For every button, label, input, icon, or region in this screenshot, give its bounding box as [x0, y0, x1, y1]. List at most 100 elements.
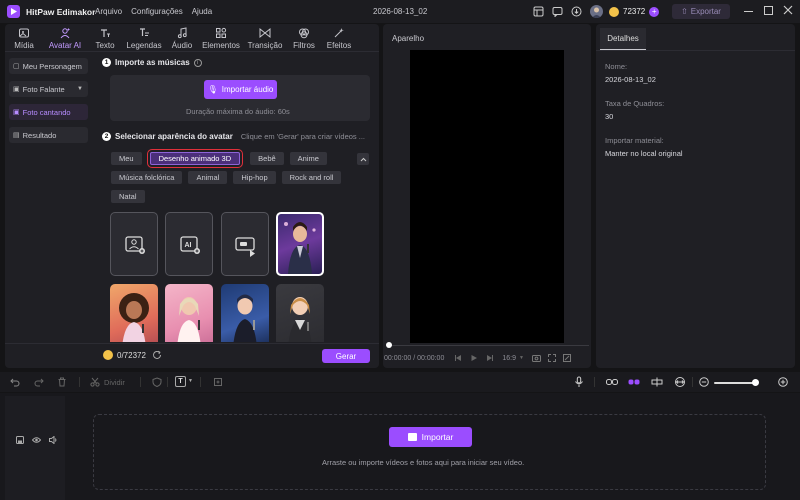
avatar-thumb-5[interactable]: [276, 284, 324, 342]
chip-rock-and-roll[interactable]: Rock and roll: [281, 171, 342, 184]
menu-configuracoes[interactable]: Configurações: [131, 7, 183, 16]
download-icon[interactable]: [571, 6, 582, 17]
split-view-icon[interactable]: [651, 377, 663, 387]
playback-progress[interactable]: [389, 345, 589, 346]
split-label[interactable]: Dividir: [104, 378, 125, 387]
export-button[interactable]: ⇧ Exportar: [672, 4, 730, 19]
ai-avatar-tile[interactable]: AI: [165, 212, 213, 276]
cartoon-singer-image: [284, 222, 316, 274]
filters-icon: [299, 28, 309, 38]
toolbar-separator: [594, 377, 595, 387]
volume-icon[interactable]: [49, 436, 58, 444]
upload-photo-tile[interactable]: [110, 212, 158, 276]
tab-efeitos[interactable]: Efeitos: [321, 24, 357, 52]
snapshot-icon[interactable]: [531, 354, 541, 362]
microphone-icon[interactable]: [574, 376, 584, 388]
step2-hint: Clique em 'Gerar' para criar vídeos ...: [240, 132, 366, 141]
generate-button[interactable]: Gerar: [322, 349, 370, 363]
delete-icon[interactable]: [57, 377, 67, 387]
menu-ajuda[interactable]: Ajuda: [192, 7, 212, 16]
ratio-caret-icon[interactable]: ▼: [519, 355, 524, 361]
chip-natal[interactable]: Natal: [111, 190, 145, 203]
chip-desenho-animado-3d[interactable]: Desenho animado 3D: [146, 149, 244, 168]
redo-icon[interactable]: [34, 377, 44, 387]
avatar-thumb-2[interactable]: [110, 284, 158, 342]
user-avatar[interactable]: [590, 5, 603, 18]
tab-detalhes[interactable]: Detalhes: [600, 28, 646, 50]
tab-transicao[interactable]: Transição: [243, 24, 287, 52]
tab-audio[interactable]: Áudio: [165, 24, 199, 52]
chip-meu[interactable]: Meu: [111, 152, 142, 165]
add-credits-icon[interactable]: +: [649, 6, 660, 17]
chip-animal[interactable]: Animal: [188, 171, 228, 184]
refresh-icon[interactable]: [152, 350, 162, 360]
link-icon[interactable]: [606, 377, 618, 387]
chip-bebe[interactable]: Bebê: [250, 152, 284, 165]
sidebar-item-resultado[interactable]: ▤ Resultado: [9, 127, 88, 143]
left-footer-divider: [5, 343, 379, 344]
step2-number: 2: [102, 132, 111, 141]
media-drop-zone[interactable]: [93, 414, 766, 490]
import-audio-button[interactable]: 🎙 Importar áudio: [204, 80, 277, 99]
fit-timeline-icon[interactable]: [674, 377, 686, 387]
tab-texto[interactable]: Texto: [87, 24, 123, 52]
prev-frame-icon[interactable]: [454, 354, 462, 362]
avatar-thumb-1[interactable]: [276, 212, 324, 276]
step1-title: Importe as músicas: [115, 58, 190, 67]
shield-icon[interactable]: [152, 377, 162, 387]
save-track-icon[interactable]: [16, 436, 24, 444]
next-frame-icon[interactable]: [486, 354, 494, 362]
cartoon-singer-image: [119, 293, 149, 342]
text-tool-icon[interactable]: T: [175, 376, 186, 387]
sidebar-item-meu-personagem[interactable]: ▢ Meu Personagem: [9, 58, 88, 74]
tab-avatar-ai[interactable]: Avatar AI: [43, 24, 87, 52]
zoom-out-icon[interactable]: [699, 377, 709, 387]
tab-legendas[interactable]: Legendas: [123, 24, 165, 52]
undo-icon[interactable]: [10, 377, 20, 387]
elements-icon: [216, 27, 227, 38]
detail-label-nome: Nome:: [605, 62, 628, 71]
captions-icon: [140, 27, 149, 36]
minimize-icon[interactable]: [744, 11, 753, 12]
tab-midia[interactable]: Mídia: [5, 24, 43, 52]
layout-icon[interactable]: [533, 6, 544, 17]
sidebar-item-foto-cantando[interactable]: ▣ Foto cantando: [9, 104, 88, 120]
style-chips: Meu Desenho animado 3D Bebê Anime Música…: [111, 149, 361, 203]
template-avatar-tile[interactable]: [221, 212, 269, 276]
playhead-handle[interactable]: [386, 342, 392, 348]
play-icon[interactable]: [470, 354, 478, 362]
avatar-thumb-3[interactable]: [165, 284, 213, 342]
credits-count: 72372: [623, 7, 646, 16]
fullscreen-icon[interactable]: [547, 354, 556, 362]
sidebar-item-label: Meu Personagem: [22, 61, 82, 71]
avatar-thumb-4[interactable]: [221, 284, 269, 342]
drop-zone-hint: Arraste ou importe vídeos e fotos aqui p…: [322, 458, 525, 467]
zoom-slider-handle[interactable]: [752, 379, 759, 386]
maximize-icon[interactable]: [764, 6, 773, 15]
crop-icon[interactable]: [213, 377, 223, 387]
project-title: 2026-08-13_02: [373, 7, 428, 16]
import-folder-icon: [407, 433, 417, 441]
scissors-icon[interactable]: [90, 377, 100, 387]
aspect-ratio[interactable]: 16:9: [502, 355, 516, 362]
collapse-chips-button[interactable]: [357, 153, 369, 165]
chip-anime[interactable]: Anime: [289, 152, 327, 165]
sidebar-item-foto-falante[interactable]: ▣ Foto Falante ▼: [9, 81, 88, 97]
magnet-snap-icon[interactable]: [628, 377, 640, 387]
text-tool-caret-icon[interactable]: ▼: [188, 378, 193, 384]
import-media-button[interactable]: Importar: [389, 427, 472, 447]
zoom-in-icon[interactable]: [778, 377, 788, 387]
tool-tabs: Mídia Avatar AI Texto Legendas Áudio Ele…: [5, 24, 357, 52]
tab-elementos[interactable]: Elementos: [199, 24, 243, 52]
visibility-icon[interactable]: [32, 436, 41, 444]
chip-hip-hop[interactable]: Hip-hop: [233, 171, 276, 184]
feedback-icon[interactable]: [552, 6, 563, 17]
close-icon[interactable]: [783, 5, 793, 15]
menu-arquivo[interactable]: Arquivo: [95, 7, 122, 16]
singing-icon: ▣: [13, 109, 20, 116]
chip-musica-folclorica[interactable]: Música folclórica: [111, 171, 183, 184]
tab-filtros[interactable]: Filtros: [287, 24, 321, 52]
info-icon[interactable]: i: [193, 58, 202, 67]
expand-icon[interactable]: [562, 354, 571, 362]
credits-badge[interactable]: 72372 +: [609, 5, 660, 18]
